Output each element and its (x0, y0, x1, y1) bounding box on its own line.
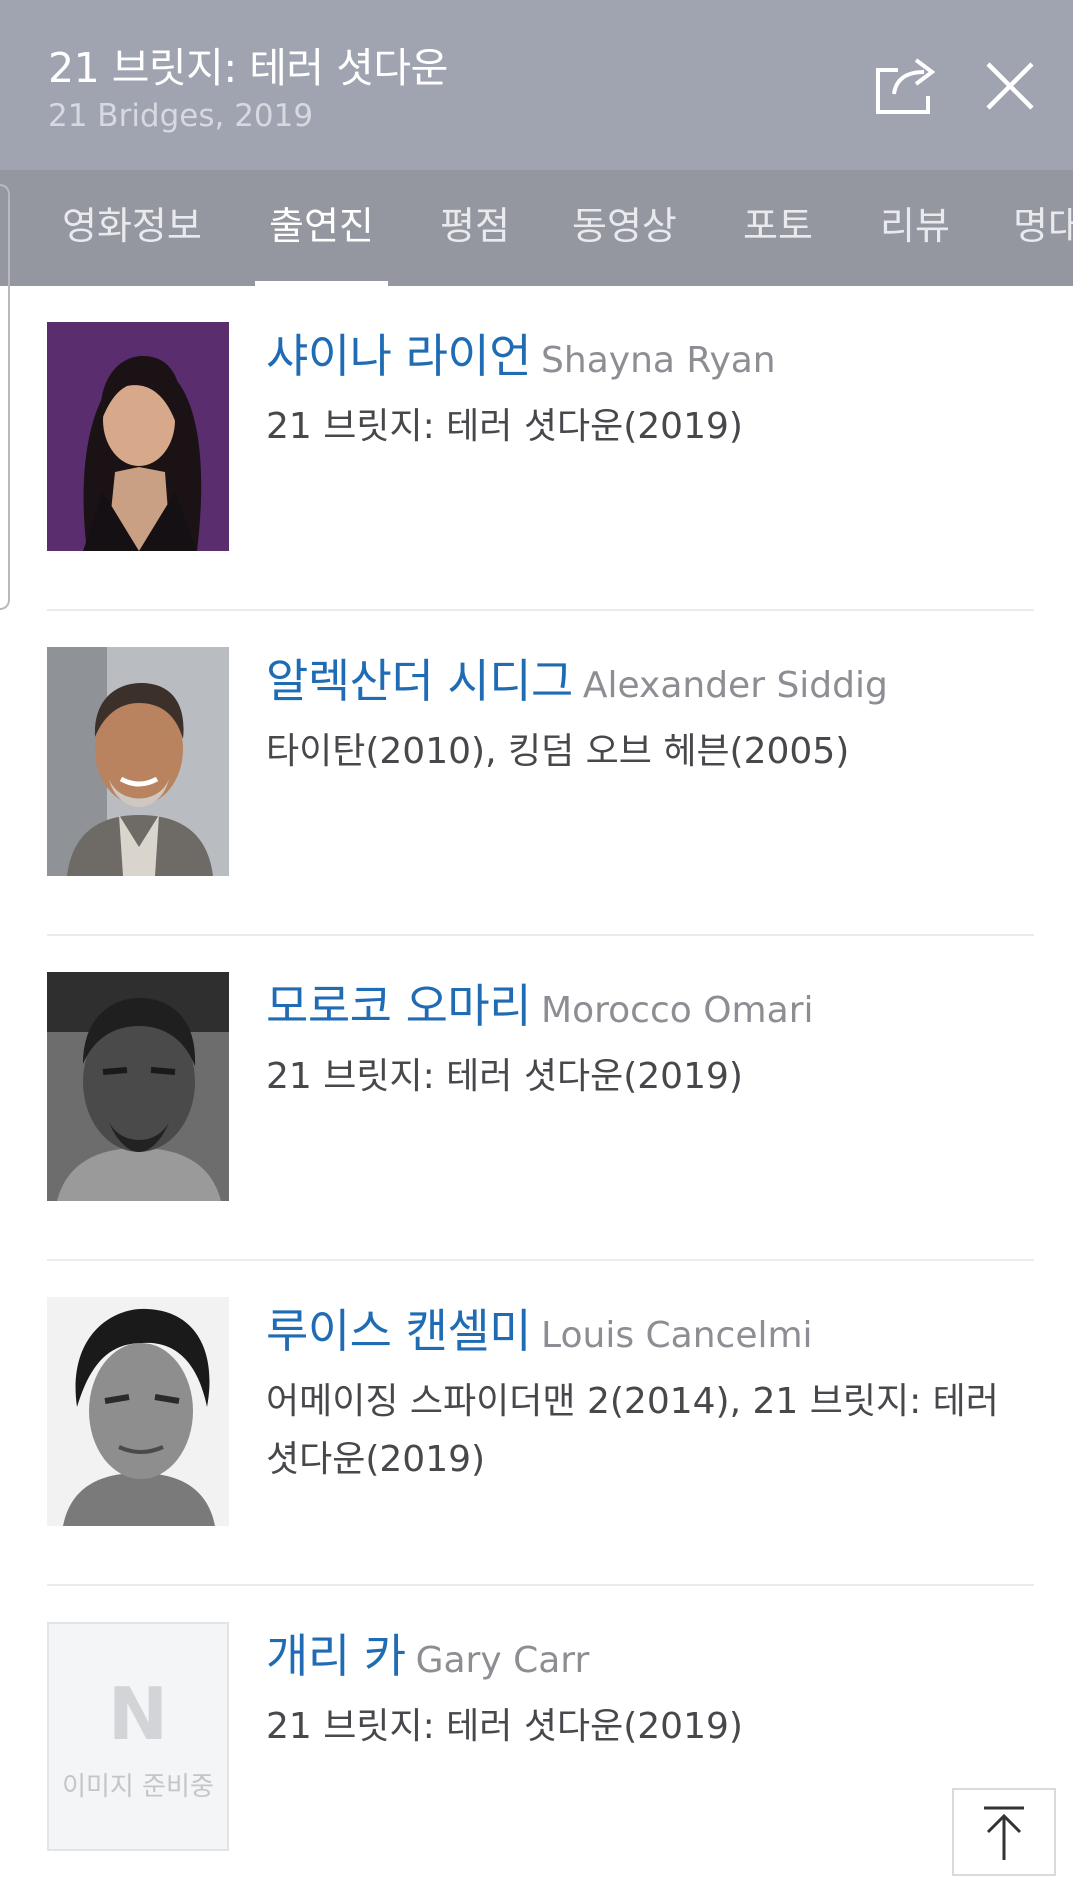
cast-photo[interactable] (47, 972, 229, 1201)
cast-name-english: Morocco Omari (541, 990, 814, 1031)
naver-logo-icon: N (107, 1672, 169, 1756)
cast-filmography: 어메이징 스파이더맨 2(2014), 21 브릿지: 테러 셧다운(2019) (266, 1381, 999, 1480)
cast-item: 알렉산더 시디그 Alexander Siddig 타이탄(2010), 킹덤 오… (0, 611, 1073, 936)
tab-rating[interactable]: 평점 (440, 170, 510, 286)
cast-item: 샤이나 라이언 Shayna Ryan 21 브릿지: 테러 셧다운(2019) (0, 286, 1073, 611)
cast-name-english: Louis Cancelmi (541, 1315, 813, 1356)
share-button[interactable] (872, 50, 944, 118)
cast-name-korean[interactable]: 모로코 오마리 (266, 979, 532, 1033)
tab-reviews[interactable]: 리뷰 (880, 170, 950, 286)
page-title: 21 브릿지: 테러 셧다운 (48, 44, 448, 92)
tab-cast[interactable]: 출연진 (255, 170, 388, 286)
scroll-top-button[interactable] (952, 1788, 1056, 1876)
cast-name[interactable]: 루이스 캔셀미 Louis Cancelmi (266, 1295, 813, 1361)
header: 21 브릿지: 테러 셧다운 21 Bridges, 2019 (0, 0, 1073, 170)
cast-item: 루이스 캔셀미 Louis Cancelmi 어메이징 스파이더맨 2(2014)… (0, 1261, 1073, 1586)
scroll-top-icon (984, 1806, 1024, 1860)
cast-photo[interactable] (47, 322, 229, 551)
cast-filmography: 타이탄(2010), 킹덤 오브 헤븐(2005) (266, 731, 850, 772)
cast-name-english: Gary Carr (415, 1640, 590, 1681)
cast-name-english: Alexander Siddig (582, 665, 888, 706)
share-icon (876, 58, 936, 114)
tab-videos[interactable]: 동영상 (572, 170, 677, 286)
cast-name-korean[interactable]: 샤이나 라이언 (266, 329, 532, 383)
cast-photo-placeholder[interactable]: N 이미지 준비중 (47, 1622, 229, 1851)
cast-photo[interactable] (47, 1297, 229, 1526)
tab-photos[interactable]: 포토 (743, 170, 813, 286)
cast-name-korean[interactable]: 개리 카 (266, 1629, 406, 1683)
cast-filmography: 21 브릿지: 테러 셧다운(2019) (266, 1706, 743, 1747)
close-icon (986, 62, 1034, 110)
cast-filmography: 21 브릿지: 테러 셧다운(2019) (266, 406, 743, 447)
image-preparing-text: 이미지 준비중 (62, 1772, 214, 1802)
page-subtitle: 21 Bridges, 2019 (48, 98, 314, 134)
cast-name[interactable]: 알렉산더 시디그 Alexander Siddig (266, 645, 888, 711)
cast-name[interactable]: 모로코 오마리 Morocco Omari (266, 970, 814, 1036)
cast-item: 모로코 오마리 Morocco Omari 21 브릿지: 테러 셧다운(2019… (0, 936, 1073, 1261)
cast-name-korean[interactable]: 알렉산더 시디그 (266, 654, 573, 708)
cast-item: N 이미지 준비중 개리 카 Gary Carr 21 브릿지: 테러 셧다운(2… (0, 1586, 1073, 1885)
cast-name-korean[interactable]: 루이스 캔셀미 (266, 1304, 532, 1358)
cast-name[interactable]: 샤이나 라이언 Shayna Ryan (266, 320, 776, 386)
cast-photo[interactable] (47, 647, 229, 876)
cast-name-english: Shayna Ryan (541, 340, 776, 381)
close-button[interactable] (980, 56, 1040, 116)
tab-movie-info[interactable]: 영화정보 (62, 170, 202, 286)
tab-bar: 영화정보 출연진 평점 동영상 포토 리뷰 명대 (0, 170, 1073, 286)
cast-name[interactable]: 개리 카 Gary Carr (266, 1620, 589, 1686)
cast-filmography: 21 브릿지: 테러 셧다운(2019) (266, 1056, 743, 1097)
tab-quotes[interactable]: 명대 (1013, 170, 1073, 286)
